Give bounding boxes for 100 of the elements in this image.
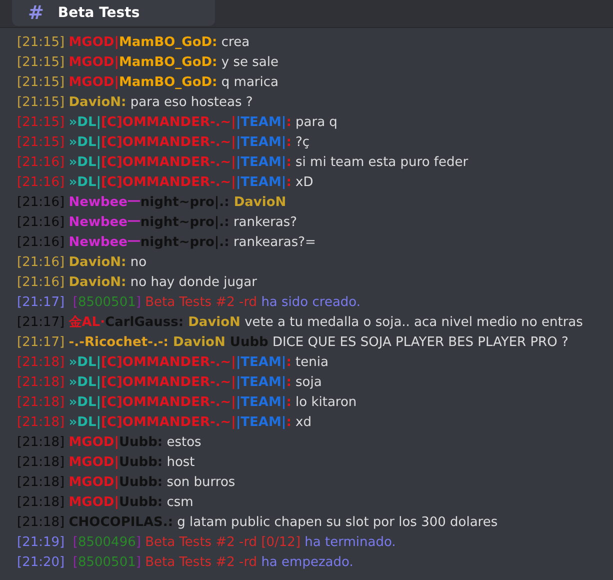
message-text: [ xyxy=(72,535,78,550)
username: : xyxy=(286,375,292,390)
username: MGOD| xyxy=(68,35,119,50)
username: »DL| xyxy=(68,155,101,170)
timestamp: [21:18] xyxy=(17,355,65,370)
username: »DL| xyxy=(68,415,101,430)
message-text: Beta Tests #2 -rd xyxy=(144,295,258,310)
message-text: no xyxy=(129,255,147,270)
message-text: DICE QUE ES SOJA PLAYER BES PLAYER PRO ? xyxy=(271,335,568,350)
message-text: para eso hosteas ? xyxy=(129,95,253,110)
message-text: crea xyxy=(220,35,250,50)
username: : xyxy=(286,115,292,130)
message-text: ] xyxy=(136,295,141,310)
timestamp: [21:18] xyxy=(17,375,65,390)
message-text: rankeras? xyxy=(232,215,298,230)
username: : xyxy=(286,395,292,410)
username: : xyxy=(286,175,292,190)
username: |TEAM| xyxy=(236,355,286,370)
timestamp: [21:16] xyxy=(17,255,65,270)
hash-icon: # xyxy=(28,0,44,28)
timestamp: [21:15] xyxy=(17,95,65,110)
username: : xyxy=(286,135,292,150)
username: »DL| xyxy=(68,135,101,150)
timestamp: [21:15] xyxy=(17,115,65,130)
message-text: ha sido creado. xyxy=(260,295,361,310)
timestamp: [21:16] xyxy=(17,175,65,190)
username: MGOD| xyxy=(68,475,119,490)
username: DavioN: xyxy=(68,255,126,270)
message-text: estos xyxy=(166,435,202,450)
username: Newbee一 xyxy=(68,215,140,230)
username: |TEAM| xyxy=(236,415,286,430)
message-text: tenia xyxy=(294,355,328,370)
message-text: si mi team esta puro feder xyxy=(294,155,468,170)
message-text: son burros xyxy=(166,475,236,490)
message-text: [ xyxy=(72,555,78,570)
username: MGOD| xyxy=(68,435,119,450)
username: [C]OMMANDER-.~| xyxy=(100,395,236,410)
timestamp: [21:20] xyxy=(17,555,65,570)
username: DavioN: xyxy=(68,275,126,290)
username: MamBO_GoD: xyxy=(118,35,218,50)
timestamp: [21:19] xyxy=(17,535,65,550)
timestamp: [21:18] xyxy=(17,415,65,430)
message-text: y se sale xyxy=(220,55,278,70)
username: |TEAM| xyxy=(236,375,286,390)
message-text: host xyxy=(166,455,195,470)
username: MamBO_GoD: xyxy=(118,55,218,70)
message-text: ] xyxy=(136,555,141,570)
username: DavioN: xyxy=(68,95,126,110)
timestamp: [21:15] xyxy=(17,55,65,70)
channel-tab[interactable]: # Beta Tests xyxy=(12,0,215,26)
username: »DL| xyxy=(68,395,101,410)
message-text: ha empezado. xyxy=(260,555,354,570)
username: MGOD| xyxy=(68,55,119,70)
timestamp: [21:16] xyxy=(17,275,65,290)
message-text: ] xyxy=(136,535,141,550)
username: |TEAM| xyxy=(236,175,286,190)
username: »DL| xyxy=(68,175,101,190)
username: »DL| xyxy=(68,375,101,390)
timestamp: [21:16] xyxy=(17,155,65,170)
message-text: ha terminado. xyxy=(304,535,396,550)
username: |TEAM| xyxy=(236,395,286,410)
username: »DL| xyxy=(68,355,101,370)
message-text: vete a tu medalla o soja.. aca nivel medio no entras xyxy=(244,315,583,330)
username: : xyxy=(286,355,292,370)
message-text: soja xyxy=(294,375,322,390)
message-text: [ xyxy=(72,295,78,310)
message-text: q marica xyxy=(220,75,278,90)
username: -.-Ricochet-.-: xyxy=(68,335,169,350)
message-text: g latam public chapen su slot por los 300 dolares xyxy=(176,515,498,530)
message-text: Beta Tests #2 -rd [0/12] xyxy=(144,535,301,550)
message-text: xD xyxy=(294,175,314,190)
username: [C]OMMANDER-.~| xyxy=(100,135,236,150)
username: MGOD| xyxy=(68,75,119,90)
username: [C]OMMANDER-.~| xyxy=(100,355,236,370)
username: [C]OMMANDER-.~| xyxy=(100,115,236,130)
message-text: csm xyxy=(166,495,194,510)
username: MGOD| xyxy=(68,495,119,510)
username: 金AL· xyxy=(68,315,106,330)
username: : xyxy=(286,415,292,430)
message-text: xd xyxy=(294,415,312,430)
username: |TEAM| xyxy=(236,135,286,150)
username: DavioN xyxy=(172,335,226,350)
timestamp: [21:17] xyxy=(17,295,65,310)
username: |TEAM| xyxy=(236,155,286,170)
username: DavioN xyxy=(232,195,286,210)
username: Newbee一 xyxy=(68,235,140,250)
username: [C]OMMANDER-.~| xyxy=(100,415,236,430)
message-text: 8500496 xyxy=(78,535,136,550)
username: [C]OMMANDER-.~| xyxy=(100,155,236,170)
username: [C]OMMANDER-.~| xyxy=(100,375,236,390)
message-text: 8500501 xyxy=(78,295,136,310)
message-text: 8500501 xyxy=(78,555,136,570)
username: [C]OMMANDER-.~| xyxy=(100,175,236,190)
message-text: lo kitaron xyxy=(294,395,357,410)
username: MamBO_GoD: xyxy=(118,75,218,90)
username: Newbee一 xyxy=(68,195,140,210)
username: : xyxy=(286,155,292,170)
timestamp: [21:17] xyxy=(17,335,65,350)
message-text: para q xyxy=(294,115,338,130)
message-text: no hay donde jugar xyxy=(129,275,257,290)
